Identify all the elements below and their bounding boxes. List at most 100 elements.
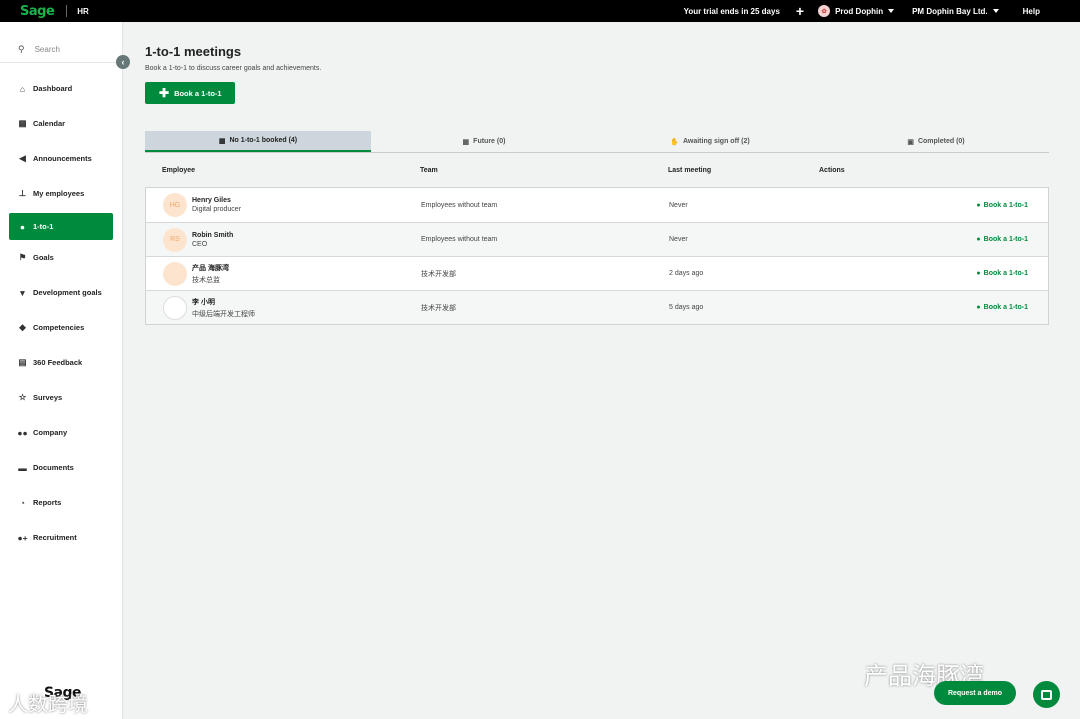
help-link[interactable]: Help	[1023, 7, 1040, 16]
sidebar-item-label: Development goals	[33, 288, 102, 297]
sidebar-item-my-employees[interactable]: ⊥ My employees	[0, 176, 122, 211]
employee-info: 产品 海豚湾 技术总监	[192, 263, 229, 285]
tab-label: Completed (0)	[917, 138, 965, 145]
column-employee[interactable]: Employee	[145, 167, 420, 174]
sidebar-item-calendar[interactable]: ▦ Calendar	[0, 106, 122, 141]
trial-notice[interactable]: Your trial ends in 25 days	[684, 7, 780, 16]
sidebar-item-surveys[interactable]: ☆ Surveys	[0, 380, 122, 415]
avatar: HG	[163, 193, 187, 217]
calendar-icon: ▦	[462, 138, 470, 146]
request-demo-button[interactable]: Request a demo	[934, 681, 1016, 705]
column-last-meeting[interactable]: Last meeting	[668, 167, 819, 174]
trophy-icon: ▼	[18, 287, 27, 298]
tab-2[interactable]: ✋ Awaiting sign off (2)	[597, 131, 823, 152]
chat-icon: ●	[976, 304, 981, 311]
caret-down-icon	[992, 9, 999, 13]
sidebar-nav: ⌂ Dashboard ▦ Calendar ◀ Announcements ⊥ My emp…	[0, 71, 122, 555]
sidebar-item-360-feedback[interactable]: ▤ 360 Feedback	[0, 345, 122, 380]
employee-role: Digital producer	[192, 206, 242, 213]
sage-logo[interactable]: Sage	[20, 4, 55, 19]
plus-icon: ✚	[159, 86, 170, 100]
sidebar-item-1-to-1[interactable]: ● 1-to-1	[9, 213, 113, 240]
flag-icon: ⚑	[18, 252, 27, 262]
action-label: Book a 1-to-1	[983, 201, 1028, 209]
sidebar-item-label: Documents	[33, 463, 74, 472]
search-input[interactable]: ⚲ Search	[0, 22, 122, 62]
main-content: 1-to-1 meetings Book a 1-to-1 to discuss…	[145, 22, 1049, 325]
sidebar-item-dashboard[interactable]: ⌂ Dashboard	[0, 71, 122, 106]
book-button-label: Book a 1-to-1	[174, 88, 222, 98]
user-name: Prod Dophin	[835, 6, 884, 16]
sidebar-item-announcements[interactable]: ◀ Announcements	[0, 141, 122, 176]
calendar-icon: ▦	[18, 118, 27, 128]
tab-1[interactable]: ▦ Future (0)	[371, 131, 597, 152]
book-1to1-link[interactable]: ● Book a 1-to-1	[820, 270, 1048, 277]
chat-icon: ●	[976, 236, 981, 243]
user-menu[interactable]: ✿ Prod Dophin	[818, 5, 895, 17]
employee-role: 技术总监	[192, 276, 220, 284]
book-1to1-link[interactable]: ● Book a 1-to-1	[820, 304, 1048, 311]
folder-icon: ▬	[18, 462, 27, 473]
book-1to1-link[interactable]: ● Book a 1-to-1	[820, 236, 1048, 243]
sidebar-item-label: Dashboard	[33, 84, 73, 93]
sidebar-item-development-goals[interactable]: ▼ Development goals	[0, 275, 122, 310]
caret-down-icon	[888, 9, 895, 13]
megaphone-icon: ◀	[19, 153, 26, 163]
sidebar-item-label: Recruitment	[33, 533, 77, 542]
user-plus-icon: ●+	[17, 532, 28, 543]
team-cell: Employees without team	[421, 236, 498, 243]
users-icon: ●●	[17, 427, 28, 438]
tab-3[interactable]: ▣ Completed (0)	[823, 131, 1049, 152]
add-icon[interactable]: +	[796, 4, 804, 18]
last-meeting-cell: Never	[669, 201, 688, 209]
avatar: RS	[163, 227, 187, 252]
table-row: RS Robin Smith CEO Employees without team Ne…	[146, 222, 1048, 256]
search-divider	[0, 62, 122, 63]
org-chart-icon: ⊥	[18, 188, 27, 198]
employee-cell[interactable]: HG Henry Giles Digital producer	[146, 193, 421, 217]
table-row: HG Henry Giles Digital producer Employees w…	[146, 188, 1048, 222]
employee-info: 李 小明 中级后端开发工程师	[192, 297, 255, 319]
sidebar-item-recruitment[interactable]: ●+ Recruitment	[0, 520, 122, 555]
book-1to1-button[interactable]: ✚ Book a 1-to-1	[145, 82, 235, 104]
sidebar-item-company[interactable]: ●● Company	[0, 415, 122, 450]
book-1to1-link[interactable]: ● Book a 1-to-1	[820, 202, 1048, 209]
employee-name: 产品 海豚湾	[192, 264, 229, 272]
chat-icon: ●	[976, 270, 981, 277]
sidebar-item-label: 1-to-1	[33, 222, 54, 231]
table-row: 产品 海豚湾 技术总监 技术开发部 2 days ago ● Book a 1-to-1	[146, 256, 1048, 290]
sidebar-item-goals[interactable]: ⚑ Goals	[0, 240, 122, 275]
sidebar-item-label: Competencies	[33, 323, 85, 332]
action-label: Book a 1-to-1	[983, 236, 1028, 243]
graduation-cap-icon: ◆	[19, 322, 26, 332]
table-header: Employee Team Last meeting Actions	[145, 153, 1049, 187]
sidebar-item-documents[interactable]: ▬ Documents	[0, 450, 122, 485]
column-team[interactable]: Team	[420, 167, 668, 174]
employee-cell[interactable]: 产品 海豚湾 技术总监	[146, 261, 421, 286]
sidebar: ⚲ Search ⌂ Dashboard ▦ Calendar ◀ Announcemen…	[0, 22, 123, 719]
employee-cell[interactable]: RS Robin Smith CEO	[146, 227, 421, 252]
team-cell: 技术开发部	[421, 304, 456, 312]
chat-button[interactable]	[1033, 681, 1060, 708]
tab-label: No 1-to-1 booked (4)	[229, 137, 298, 144]
brand[interactable]: Sage HR	[0, 4, 89, 19]
employee-name: 李 小明	[192, 298, 215, 306]
handshake-icon: ✋	[670, 138, 679, 146]
pie-chart-icon: ◔	[19, 497, 26, 508]
page-title: 1-to-1 meetings	[145, 44, 242, 59]
search-icon: ⚲	[18, 43, 25, 54]
product-name: HR	[77, 6, 89, 16]
sidebar-item-reports[interactable]: ◔ Reports	[0, 485, 122, 520]
last-meeting-cell: 2 days ago	[669, 270, 704, 277]
employee-cell[interactable]: 李 小明 中级后端开发工程师	[146, 295, 421, 320]
sidebar-item-competencies[interactable]: ◆ Competencies	[0, 310, 122, 345]
calendar-icon: ▦	[218, 137, 226, 145]
avatar	[163, 261, 187, 286]
tab-0[interactable]: ▦ No 1-to-1 booked (4)	[145, 131, 371, 152]
company-menu[interactable]: PM Dophin Bay Ltd.	[912, 7, 999, 16]
last-meeting-cell: Never	[669, 236, 688, 243]
collapse-sidebar-button[interactable]: ‹	[116, 55, 130, 69]
clipboard-icon: ▤	[18, 357, 27, 367]
employee-info: Henry Giles Digital producer	[192, 197, 241, 213]
team-cell: 技术开发部	[421, 270, 456, 278]
